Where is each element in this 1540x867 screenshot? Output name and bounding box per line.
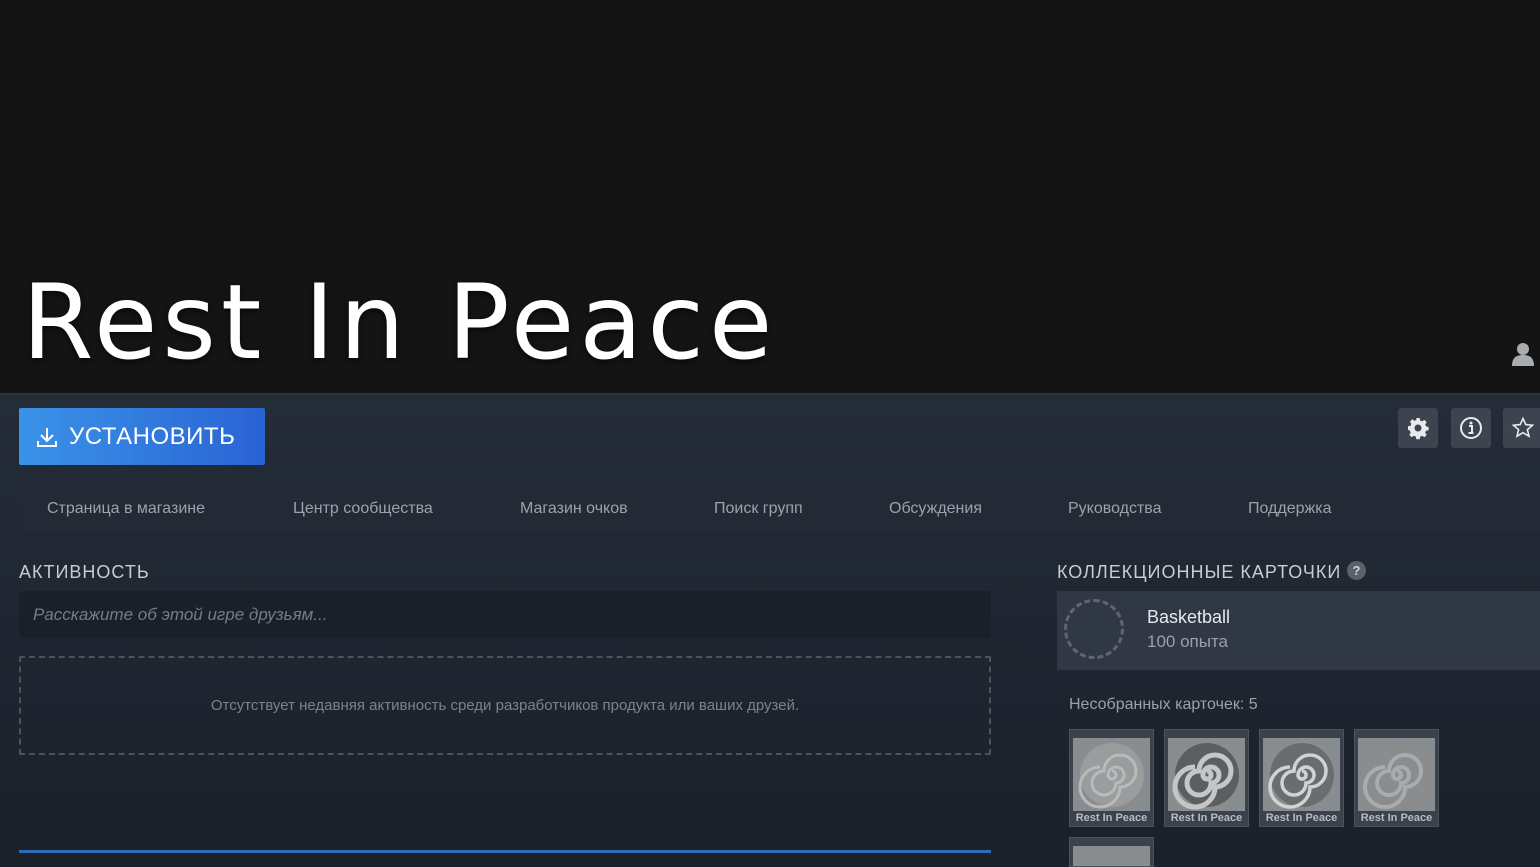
- card-label: Rest In Peace: [1075, 812, 1148, 824]
- nav-find-groups[interactable]: Поиск групп: [714, 500, 803, 518]
- trading-card[interactable]: Rest In Peace: [1164, 729, 1249, 827]
- game-title: Rest In Peace: [22, 263, 778, 383]
- trading-card[interactable]: Rest In Peace: [1069, 729, 1154, 827]
- badge-name: Basketball: [1147, 607, 1231, 627]
- activity-input-wrapper: [19, 591, 991, 638]
- activity-empty-text: Отсутствует недавняя активность среди ра…: [210, 697, 800, 714]
- install-label: УСТАНОВИТЬ: [69, 422, 236, 450]
- card-label: Rest In Peace: [1170, 812, 1243, 824]
- spiral-icon: [1267, 742, 1334, 809]
- activity-empty-box: Отсутствует недавняя активность среди ра…: [19, 656, 991, 755]
- badge-xp: 100 опыта: [1147, 632, 1229, 651]
- card-art: [1073, 846, 1150, 866]
- trading-card[interactable]: Rest In Peace: [1259, 729, 1344, 827]
- card-art: [1168, 738, 1245, 811]
- favorite-button[interactable]: [1503, 408, 1540, 448]
- spiral-icon: [1362, 742, 1429, 809]
- spiral-icon: [1172, 742, 1239, 809]
- trading-card[interactable]: Rest In Peace: [1354, 729, 1439, 827]
- star-icon: [1511, 416, 1535, 438]
- gear-icon: [1408, 418, 1429, 440]
- activity-title: АКТИВНОСТЬ: [19, 562, 150, 582]
- game-panel: УСТАНОВИТЬ Страница в магазине Центр соо…: [0, 393, 1540, 867]
- nav-points-shop[interactable]: Магазин очков: [520, 500, 628, 518]
- settings-button[interactable]: [1398, 408, 1438, 448]
- uncollected-cards-count: Несобранных карточек: 5: [1069, 696, 1258, 713]
- nav-guides[interactable]: Руководства: [1068, 500, 1162, 518]
- cards-title: КОЛЛЕКЦИОННЫЕ КАРТОЧКИ: [1057, 562, 1342, 582]
- install-button[interactable]: УСТАНОВИТЬ: [19, 408, 265, 465]
- game-hero: Rest In Peace: [0, 0, 1540, 393]
- activity-bottom-bar: [19, 850, 991, 853]
- help-icon[interactable]: ?: [1347, 561, 1366, 580]
- nav-support[interactable]: Поддержка: [1248, 500, 1331, 518]
- game-nav: Страница в магазине Центр сообщества Маг…: [19, 485, 1540, 533]
- card-art: [1073, 738, 1150, 811]
- nav-discussions[interactable]: Обсуждения: [889, 500, 982, 518]
- card-label: Rest In Peace: [1265, 812, 1338, 824]
- nav-store-page[interactable]: Страница в магазине: [47, 500, 205, 518]
- badge-placeholder-icon: [1064, 599, 1124, 659]
- nav-community-hub[interactable]: Центр сообщества: [293, 500, 433, 518]
- card-label: Rest In Peace: [1360, 812, 1433, 824]
- info-button[interactable]: [1451, 408, 1491, 448]
- badge-card[interactable]: Basketball 100 опыта: [1057, 591, 1540, 670]
- activity-input[interactable]: [31, 603, 991, 626]
- card-art: [1263, 738, 1340, 811]
- trading-card-partial[interactable]: [1069, 837, 1154, 867]
- card-art: [1358, 738, 1435, 811]
- info-icon: [1460, 417, 1482, 439]
- download-icon: [37, 427, 57, 447]
- user-icon[interactable]: [1512, 342, 1534, 366]
- spiral-icon: [1078, 742, 1144, 808]
